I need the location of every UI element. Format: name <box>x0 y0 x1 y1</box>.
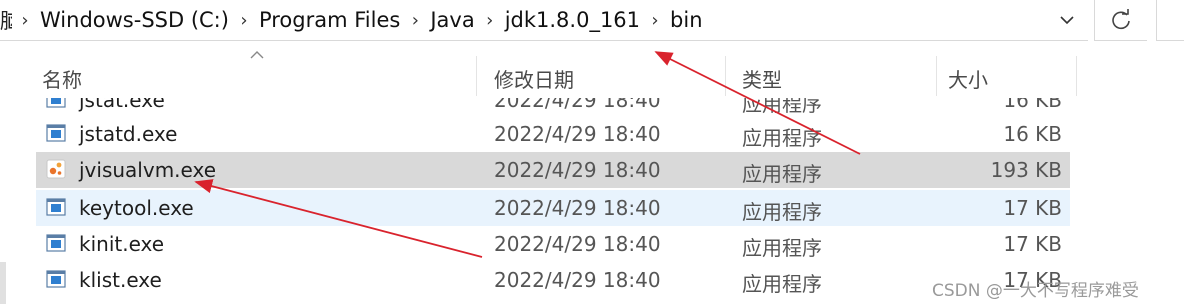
exe-file-icon <box>46 198 66 216</box>
breadcrumb-truncated[interactable]: 脑 <box>0 5 12 35</box>
list-item[interactable]: kinit.exe 2022/4/29 18:40 应用程序 17 KB <box>36 226 1070 262</box>
chevron-down-icon <box>1060 16 1074 25</box>
list-item-hover[interactable]: keytool.exe 2022/4/29 18:40 应用程序 17 KB <box>36 190 1070 226</box>
column-header-date[interactable]: 修改日期 <box>494 64 574 93</box>
scrollbar[interactable] <box>0 262 6 304</box>
visualvm-app-icon <box>46 159 66 179</box>
list-item-selected[interactable]: jvisualvm.exe 2022/4/29 18:40 应用程序 193 K… <box>36 152 1070 188</box>
file-name: jvisualvm.exe <box>79 158 217 182</box>
column-header-name[interactable]: 名称 <box>42 64 82 93</box>
refresh-button[interactable] <box>1094 0 1147 41</box>
file-date: 2022/4/29 18:40 <box>494 268 661 292</box>
column-header-size[interactable]: 大小 <box>948 64 988 93</box>
file-type: 应用程序 <box>742 162 822 186</box>
file-list: jstat.exe 2022/4/29 18:40 应用程序 16 KB jst… <box>0 98 1184 304</box>
breadcrumb-drive[interactable]: Windows-SSD (C:) <box>38 8 231 32</box>
file-name: kinit.exe <box>79 232 165 256</box>
breadcrumb-jdk[interactable]: jdk1.8.0_161 <box>503 8 642 32</box>
column-header-bar: 名称 修改日期 类型 大小 <box>0 51 1184 98</box>
file-name: klist.exe <box>79 268 162 292</box>
chevron-right-icon[interactable]: › <box>642 10 668 31</box>
column-divider[interactable] <box>1076 56 1077 96</box>
breadcrumb-bin[interactable]: bin <box>668 8 704 32</box>
file-date: 2022/4/29 18:40 <box>494 232 661 256</box>
file-date: 2022/4/29 18:40 <box>494 196 661 220</box>
file-size: 193 KB <box>990 158 1062 182</box>
chevron-right-icon[interactable]: › <box>402 10 428 31</box>
file-type: 应用程序 <box>742 272 822 296</box>
file-name: jstatd.exe <box>79 122 178 146</box>
address-bar[interactable]: 脑 › Windows-SSD (C:) › Program Files › J… <box>0 0 1088 41</box>
chevron-right-icon[interactable]: › <box>231 10 257 31</box>
file-type: 应用程序 <box>742 126 822 150</box>
file-type: 应用程序 <box>742 200 822 224</box>
chevron-right-icon[interactable]: › <box>12 10 38 31</box>
chevron-right-icon[interactable]: › <box>477 10 503 31</box>
sort-ascending-icon <box>250 51 264 59</box>
watermark: CSDN @一大不写程序难受 <box>932 281 1139 301</box>
list-item[interactable]: jstatd.exe 2022/4/29 18:40 应用程序 16 KB <box>36 116 1070 152</box>
file-size: 17 KB <box>1003 196 1062 220</box>
exe-file-icon <box>46 270 66 288</box>
refresh-icon <box>1112 9 1130 30</box>
file-date: 2022/4/29 18:40 <box>494 158 661 182</box>
column-header-type[interactable]: 类型 <box>742 64 782 93</box>
exe-file-icon <box>46 98 66 108</box>
file-name: jstat.exe <box>79 98 165 112</box>
file-date: 2022/4/29 18:40 <box>494 98 661 112</box>
file-size: 17 KB <box>1003 232 1062 256</box>
file-name: keytool.exe <box>79 196 194 220</box>
column-divider[interactable] <box>936 56 937 96</box>
breadcrumb-program-files[interactable]: Program Files <box>257 8 402 32</box>
column-divider[interactable] <box>476 56 477 96</box>
file-type: 应用程序 <box>742 98 822 116</box>
exe-file-icon <box>46 234 66 252</box>
list-item[interactable]: jstat.exe 2022/4/29 18:40 应用程序 16 KB <box>36 98 1070 118</box>
exe-file-icon <box>46 124 66 142</box>
file-date: 2022/4/29 18:40 <box>494 122 661 146</box>
column-divider[interactable] <box>725 56 726 96</box>
list-item[interactable]: klist.exe 2022/4/29 18:40 应用程序 17 KB <box>36 262 1070 298</box>
file-size: 16 KB <box>1003 98 1062 112</box>
file-explorer-window: 脑 › Windows-SSD (C:) › Program Files › J… <box>0 0 1184 304</box>
file-type: 应用程序 <box>742 236 822 260</box>
breadcrumb-java[interactable]: Java <box>428 8 476 32</box>
address-history-dropdown[interactable] <box>1050 6 1084 34</box>
file-size: 16 KB <box>1003 122 1062 146</box>
search-box[interactable] <box>1156 0 1184 41</box>
